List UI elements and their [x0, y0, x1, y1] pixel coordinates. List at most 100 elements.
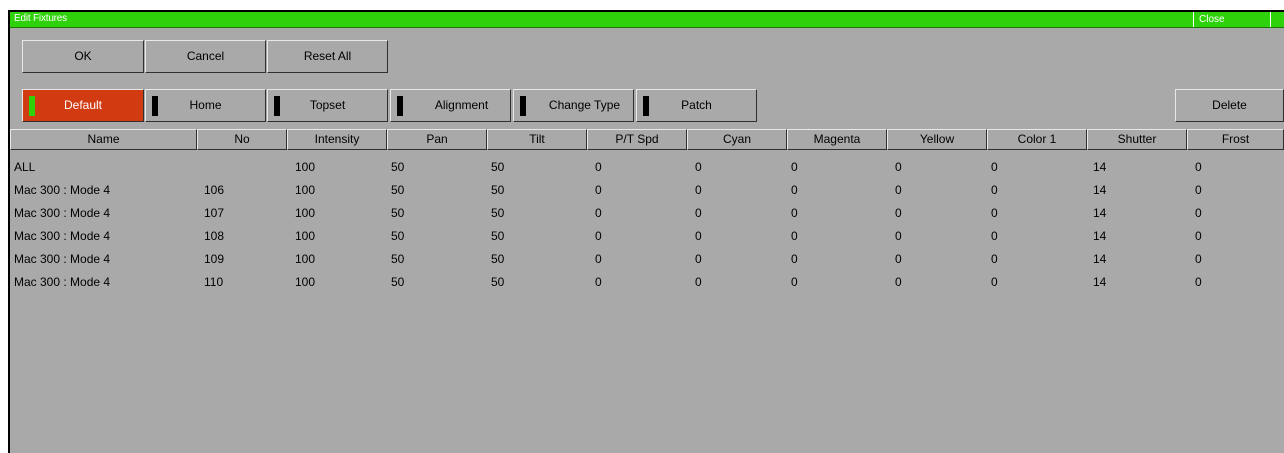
table-cell[interactable]: 50: [491, 202, 504, 225]
table-cell[interactable]: Mac 300 : Mode 4: [14, 202, 110, 225]
table-cell[interactable]: 0: [695, 225, 702, 248]
table-cell[interactable]: 0: [1195, 225, 1202, 248]
column-header[interactable]: Intensity: [287, 129, 387, 150]
table-cell[interactable]: 50: [491, 156, 504, 179]
table-cell[interactable]: 50: [391, 248, 404, 271]
change-type-mode-button[interactable]: Change Type: [513, 89, 634, 122]
alignment-mode-button[interactable]: Alignment: [390, 89, 511, 122]
table-cell[interactable]: 0: [991, 225, 998, 248]
close-button[interactable]: Close: [1193, 12, 1271, 27]
table-cell[interactable]: 100: [295, 202, 315, 225]
table-row[interactable]: Mac 300 : Mode 4 109 100 50 50 0 0 0 0 0 14 0: [10, 248, 1284, 271]
table-cell[interactable]: 0: [595, 225, 602, 248]
table-cell[interactable]: 0: [1195, 271, 1202, 294]
column-header[interactable]: P/T Spd: [587, 129, 687, 150]
table-cell[interactable]: 0: [895, 202, 902, 225]
table-cell[interactable]: ALL: [14, 156, 35, 179]
table-cell[interactable]: 14: [1093, 271, 1106, 294]
table-cell[interactable]: 0: [595, 248, 602, 271]
table-cell[interactable]: 100: [295, 248, 315, 271]
table-cell[interactable]: 14: [1093, 156, 1106, 179]
table-cell[interactable]: 50: [491, 179, 504, 202]
table-cell[interactable]: 50: [391, 179, 404, 202]
table-row[interactable]: Mac 300 : Mode 4 106 100 50 50 0 0 0 0 0 14 0: [10, 179, 1284, 202]
table-cell[interactable]: 14: [1093, 225, 1106, 248]
table-cell[interactable]: 14: [1093, 248, 1106, 271]
table-cell[interactable]: 0: [791, 156, 798, 179]
table-cell[interactable]: 0: [1195, 179, 1202, 202]
column-header[interactable]: Pan: [387, 129, 487, 150]
table-cell[interactable]: Mac 300 : Mode 4: [14, 225, 110, 248]
column-header[interactable]: Color 1: [987, 129, 1087, 150]
default-mode-button[interactable]: Default: [22, 89, 144, 122]
table-cell[interactable]: 0: [595, 156, 602, 179]
table-cell[interactable]: 109: [204, 248, 224, 271]
table-cell[interactable]: 0: [791, 202, 798, 225]
column-header[interactable]: Cyan: [687, 129, 787, 150]
column-header[interactable]: Tilt: [487, 129, 587, 150]
topset-mode-button[interactable]: Topset: [267, 89, 388, 122]
table-cell[interactable]: 0: [595, 271, 602, 294]
table-cell[interactable]: Mac 300 : Mode 4: [14, 271, 110, 294]
table-row[interactable]: ALL 100 50 50 0 0 0 0 0 14 0: [10, 156, 1284, 179]
table-cell[interactable]: 50: [491, 271, 504, 294]
table-cell[interactable]: 106: [204, 179, 224, 202]
table-cell[interactable]: 0: [595, 179, 602, 202]
table-cell[interactable]: 0: [695, 271, 702, 294]
table-cell[interactable]: 0: [895, 156, 902, 179]
table-cell[interactable]: 107: [204, 202, 224, 225]
column-header[interactable]: Shutter: [1087, 129, 1187, 150]
table-cell[interactable]: 0: [695, 202, 702, 225]
table-cell[interactable]: 0: [1195, 156, 1202, 179]
table-cell[interactable]: 100: [295, 225, 315, 248]
table-cell[interactable]: 0: [695, 248, 702, 271]
table-cell[interactable]: 0: [895, 248, 902, 271]
table-cell[interactable]: 0: [991, 156, 998, 179]
table-cell[interactable]: 0: [895, 271, 902, 294]
column-header[interactable]: Yellow: [887, 129, 987, 150]
ok-button[interactable]: OK: [22, 40, 144, 73]
table-cell[interactable]: 0: [895, 225, 902, 248]
table-cell[interactable]: 50: [391, 225, 404, 248]
table-cell[interactable]: Mac 300 : Mode 4: [14, 179, 110, 202]
table-cell[interactable]: 0: [695, 156, 702, 179]
table-cell[interactable]: 50: [491, 248, 504, 271]
table-cell[interactable]: 110: [204, 271, 223, 294]
table-cell[interactable]: 14: [1093, 179, 1106, 202]
table-row[interactable]: Mac 300 : Mode 4 107 100 50 50 0 0 0 0 0 14 0: [10, 202, 1284, 225]
table-cell[interactable]: 0: [791, 271, 798, 294]
table-row[interactable]: Mac 300 : Mode 4 110 100 50 50 0 0 0 0 0 14 0: [10, 271, 1284, 294]
table-cell[interactable]: 100: [295, 179, 315, 202]
table-cell[interactable]: 0: [895, 179, 902, 202]
reset-all-button[interactable]: Reset All: [267, 40, 388, 73]
table-cell[interactable]: 100: [295, 156, 315, 179]
table-cell[interactable]: 50: [391, 156, 404, 179]
table-cell[interactable]: 0: [595, 202, 602, 225]
table-cell[interactable]: 50: [391, 202, 404, 225]
table-cell[interactable]: 0: [791, 179, 798, 202]
table-cell[interactable]: 0: [1195, 248, 1202, 271]
table-cell[interactable]: 108: [204, 225, 224, 248]
table-cell[interactable]: 0: [695, 179, 702, 202]
table-cell[interactable]: 50: [391, 271, 404, 294]
table-cell[interactable]: 0: [1195, 202, 1202, 225]
table-cell[interactable]: 0: [991, 271, 998, 294]
table-cell[interactable]: 14: [1093, 202, 1106, 225]
table-cell[interactable]: 0: [991, 248, 998, 271]
delete-button[interactable]: Delete: [1175, 89, 1284, 122]
column-header[interactable]: Frost: [1187, 129, 1284, 150]
table-cell[interactable]: 0: [991, 179, 998, 202]
home-mode-button[interactable]: Home: [145, 89, 266, 122]
table-cell[interactable]: 50: [491, 225, 504, 248]
table-cell[interactable]: Mac 300 : Mode 4: [14, 248, 110, 271]
table-cell[interactable]: 100: [295, 271, 315, 294]
cancel-button[interactable]: Cancel: [145, 40, 266, 73]
table-cell[interactable]: 0: [991, 202, 998, 225]
patch-mode-button[interactable]: Patch: [636, 89, 757, 122]
column-header[interactable]: Name: [10, 129, 197, 150]
table-cell[interactable]: 0: [791, 225, 798, 248]
table-cell[interactable]: 0: [791, 248, 798, 271]
table-row[interactable]: Mac 300 : Mode 4 108 100 50 50 0 0 0 0 0 14 0: [10, 225, 1284, 248]
column-header[interactable]: Magenta: [787, 129, 887, 150]
column-header[interactable]: No: [197, 129, 287, 150]
